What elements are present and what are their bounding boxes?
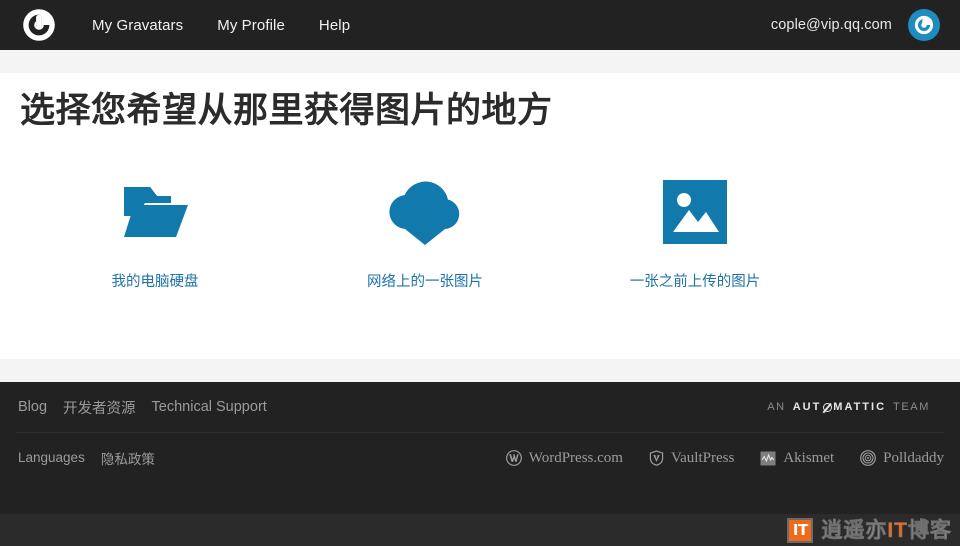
nav-link-my-profile[interactable]: My Profile	[205, 11, 297, 40]
brand-label-vaultpress: VaultPress	[670, 449, 735, 466]
watermark-text-before: 逍遥亦	[821, 518, 888, 542]
choice-my-computer[interactable]: 我的电脑硬盘	[20, 175, 290, 292]
automattic-prefix: AN	[767, 401, 786, 413]
automattic-badge[interactable]: AN AUT MATTIC TEAM	[767, 401, 944, 413]
image-source-choices: 我的电脑硬盘 网络上的一张图片 一张之前上传的图片	[20, 175, 940, 292]
nav-item-my-profile[interactable]: My Profile	[205, 11, 297, 40]
footer-link-technical-support[interactable]: Technical Support	[150, 397, 269, 417]
choice-label-my-computer: 我的电脑硬盘	[111, 273, 199, 290]
watermark-badge-icon: IT	[787, 517, 814, 543]
akismet-icon	[760, 451, 776, 466]
nav-link-help[interactable]: Help	[307, 11, 362, 40]
automattic-word-start: AUT	[792, 401, 822, 413]
nav-item-my-gravatars[interactable]: My Gravatars	[80, 11, 195, 40]
automattic-wordmark: AUT MATTIC	[793, 401, 886, 413]
gravatar-logo-icon[interactable]	[20, 6, 58, 44]
choice-previously-uploaded[interactable]: 一张之前上传的图片	[560, 175, 830, 292]
watermark-text-after: 博客	[908, 518, 952, 542]
watermark-bar: IT 逍遥亦IT博客	[0, 514, 960, 546]
footer-item-blog[interactable]: Blog	[16, 398, 49, 416]
brand-link-vaultpress[interactable]: VaultPress	[649, 450, 734, 467]
account-email: cople@vip.qq.com	[770, 17, 892, 33]
brand-link-akismet[interactable]: Akismet	[760, 450, 834, 467]
brand-label-akismet: Akismet	[783, 449, 835, 466]
header-account-area: cople@vip.qq.com	[771, 9, 940, 41]
footer-link-privacy-policy[interactable]: 隐私政策	[99, 450, 157, 469]
brand-label-wordpress: WordPress.com	[528, 449, 623, 466]
watermark-text-accent: IT	[887, 518, 908, 542]
header-sub-band	[0, 50, 960, 73]
brand-label-polldaddy: Polldaddy	[883, 449, 944, 466]
primary-nav: My Gravatars My Profile Help	[80, 11, 372, 40]
choice-image-from-web[interactable]: 网络上的一张图片	[290, 175, 560, 292]
brand-link-polldaddy[interactable]: Polldaddy	[860, 450, 944, 467]
footer-row-secondary: Languages 隐私政策 WordPress.com VaultPress …	[16, 433, 944, 483]
automattic-o-icon	[822, 402, 832, 412]
picture-icon	[560, 175, 830, 249]
choice-label-image-from-web: 网络上的一张图片	[367, 273, 483, 290]
footer-links-secondary: Languages 隐私政策	[16, 448, 169, 469]
footer-row-primary: Blog 开发者资源 Technical Support AN AUT MATT…	[16, 382, 944, 433]
site-footer: Blog 开发者资源 Technical Support AN AUT MATT…	[0, 382, 960, 514]
footer-item-technical-support[interactable]: Technical Support	[150, 398, 269, 416]
open-folder-icon	[20, 175, 290, 249]
automattic-word-end: MATTIC	[833, 401, 887, 413]
gravatar-avatar-icon[interactable]	[908, 9, 940, 41]
site-header: My Gravatars My Profile Help cople@vip.q…	[0, 0, 960, 50]
cloud-download-icon	[290, 175, 560, 249]
brand-link-wordpress[interactable]: WordPress.com	[505, 449, 623, 467]
page-title: 选择您希望从那里获得图片的地方	[20, 91, 553, 130]
nav-item-help[interactable]: Help	[307, 11, 362, 40]
watermark-logo: IT 逍遥亦IT博客	[787, 517, 952, 543]
automattic-suffix: TEAM	[893, 401, 930, 413]
nav-link-my-gravatars[interactable]: My Gravatars	[80, 11, 195, 40]
footer-links-primary: Blog 开发者资源 Technical Support	[16, 397, 281, 418]
vaultpress-shield-icon	[649, 450, 664, 466]
choice-label-previously-uploaded: 一张之前上传的图片	[629, 273, 761, 290]
main-content: 选择您希望从那里获得图片的地方 我的电脑硬盘 网络上的一张图片 一张之前上传的图…	[0, 73, 960, 359]
polldaddy-icon	[860, 450, 877, 466]
footer-link-languages[interactable]: Languages	[16, 448, 87, 467]
footer-item-languages[interactable]: Languages	[16, 449, 87, 467]
content-bottom-band	[0, 359, 960, 382]
wordpress-icon	[505, 450, 522, 466]
footer-link-blog[interactable]: Blog	[16, 397, 49, 417]
footer-brand-links: WordPress.com VaultPress Akismet Polldad…	[480, 450, 944, 467]
footer-item-privacy-policy[interactable]: 隐私政策	[99, 448, 157, 469]
watermark-text: 逍遥亦IT博客	[821, 518, 952, 542]
footer-link-developer-resources[interactable]: 开发者资源	[61, 399, 138, 419]
footer-item-developer-resources[interactable]: 开发者资源	[61, 397, 138, 418]
